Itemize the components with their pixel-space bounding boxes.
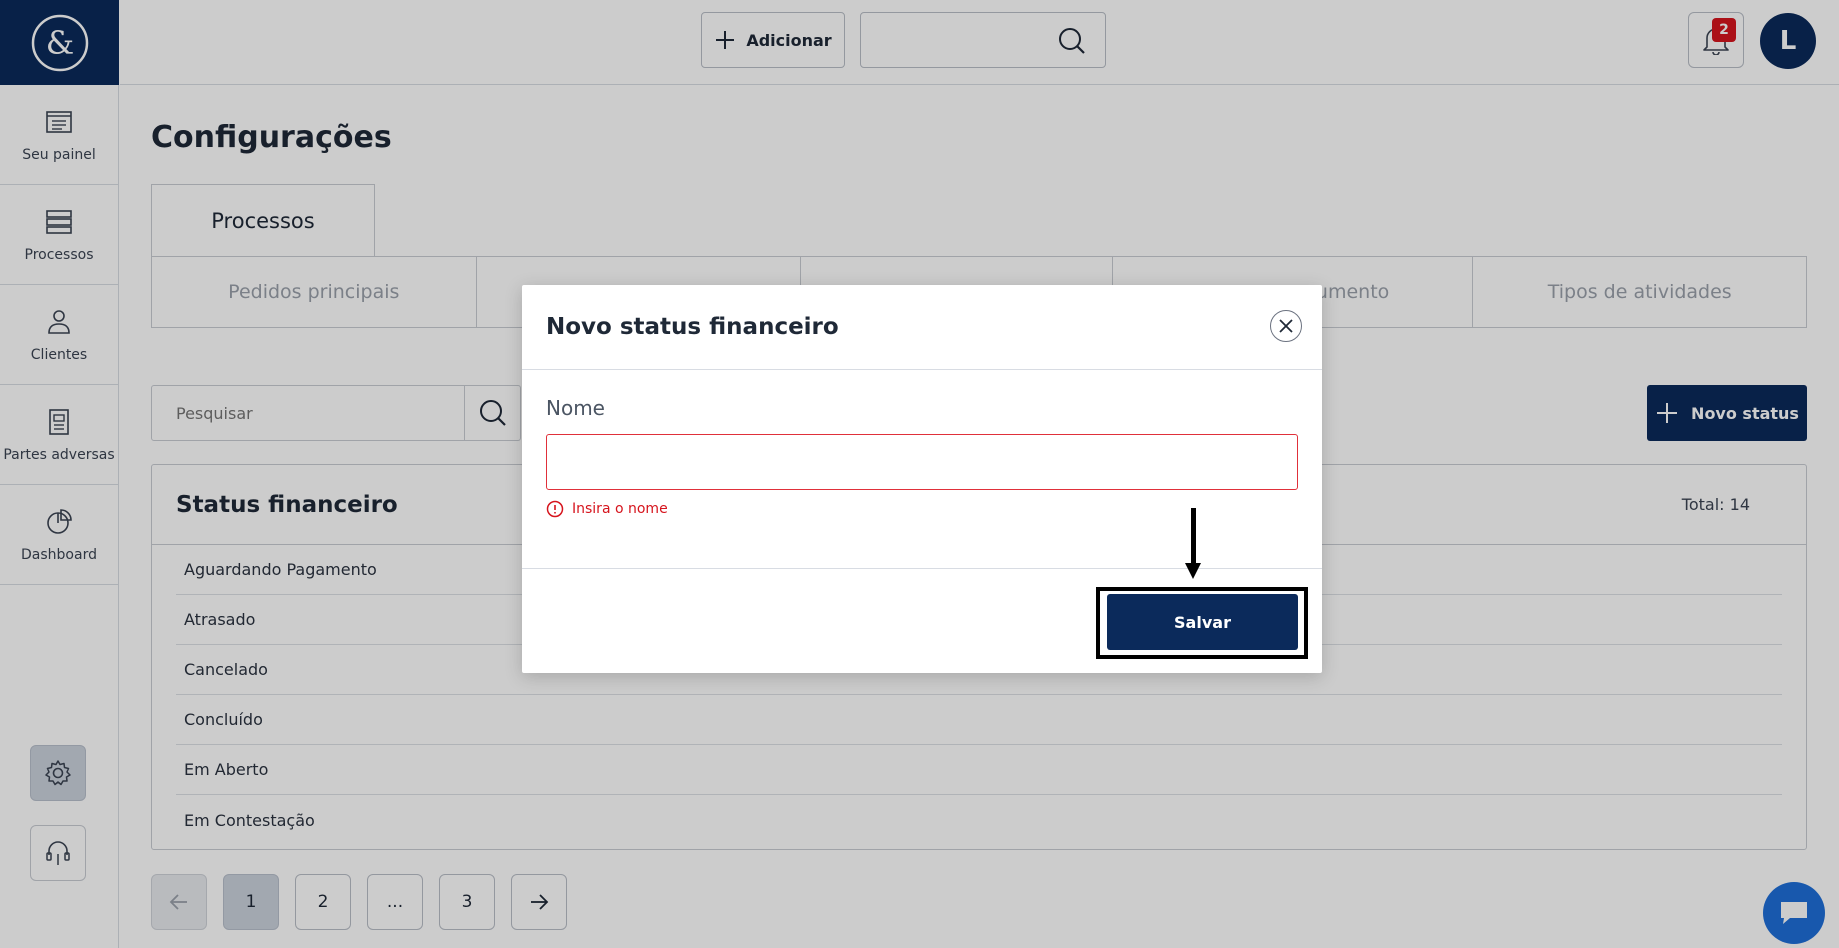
error-circle-icon xyxy=(546,500,564,518)
annotation-highlight-box xyxy=(1096,587,1308,659)
name-field-error: Insira o nome xyxy=(546,500,668,518)
annotation-arrow-shaft xyxy=(1191,508,1196,566)
close-icon xyxy=(1279,319,1293,333)
modal-header: Novo status financeiro xyxy=(522,285,1322,370)
close-button[interactable] xyxy=(1270,310,1302,342)
name-field-label: Nome xyxy=(546,396,605,420)
error-message: Insira o nome xyxy=(572,501,668,517)
modal-divider xyxy=(522,568,1322,569)
modal-title: Novo status financeiro xyxy=(546,314,839,340)
annotation-arrow-head xyxy=(1185,563,1201,579)
name-field[interactable] xyxy=(546,434,1298,490)
